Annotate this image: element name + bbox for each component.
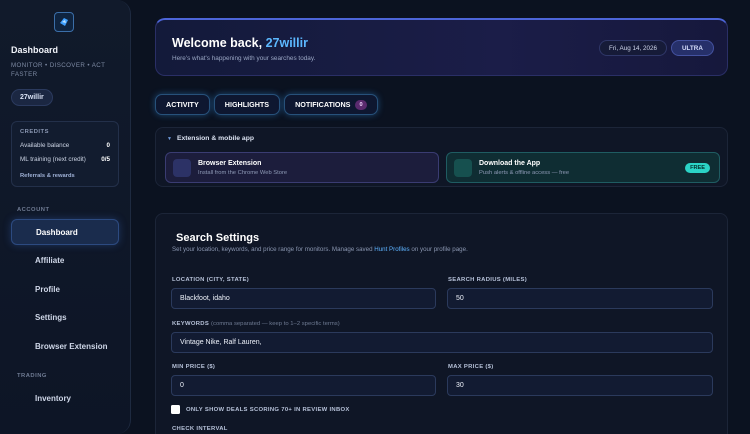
location-label: LOCATION (CITY, STATE) xyxy=(172,277,249,283)
caret-down-icon: ▼ xyxy=(167,136,172,142)
tab-bar: ACTIVITY HIGHLIGHTS NOTIFICATIONS 0 xyxy=(155,94,378,115)
max-price-label: MAX PRICE ($) xyxy=(448,364,494,370)
search-settings-panel: Search Settings Set your location, keywo… xyxy=(155,213,728,434)
tier-badge: ULTRA xyxy=(671,40,714,56)
card-title: Download the App xyxy=(479,159,541,167)
card-title: Browser Extension xyxy=(198,159,262,167)
date-pill: Fri, Aug 14, 2026 xyxy=(599,40,667,56)
phone-icon xyxy=(454,158,472,177)
settings-title: Search Settings xyxy=(176,232,260,244)
sidebar-item-settings[interactable]: Settings xyxy=(11,305,119,331)
desc-text: Set your location, keywords, and price r… xyxy=(172,246,375,253)
credit-label: ML training (next credit) xyxy=(20,156,86,163)
sidebar: Dashboard MONITOR • DISCOVER • ACT FASTE… xyxy=(0,0,131,434)
settings-description: Set your location, keywords, and price r… xyxy=(172,246,468,253)
tab-label: HIGHLIGHTS xyxy=(224,100,270,109)
keywords-label-text: KEYWORDS xyxy=(172,321,210,327)
free-badge: FREE xyxy=(685,163,710,173)
hunt-profiles-link[interactable]: Hunt Profiles xyxy=(374,246,409,253)
tab-highlights[interactable]: HIGHLIGHTS xyxy=(213,94,281,115)
credit-value: 0/5 xyxy=(101,156,110,163)
credit-value: 0 xyxy=(106,142,110,149)
keywords-label: KEYWORDS (comma separated — keep to 1–2 … xyxy=(172,321,340,327)
tab-notifications[interactable]: NOTIFICATIONS 0 xyxy=(284,94,378,115)
radius-label: SEARCH RADIUS (MILES) xyxy=(448,277,527,283)
welcome-heading: Welcome back, 27willir xyxy=(172,36,308,50)
credits-panel: CREDITS Available balance 0 ML training … xyxy=(11,121,119,187)
section-label-account: ACCOUNT xyxy=(17,207,50,213)
check-interval-label: CHECK INTERVAL xyxy=(172,426,228,432)
desc-text: on your profile page. xyxy=(409,246,468,253)
welcome-prefix: Welcome back, xyxy=(172,36,266,50)
card-subtitle: Push alerts & offline access — free xyxy=(479,169,570,176)
score-filter-label: ONLY SHOW DEALS SCORING 70+ IN REVIEW IN… xyxy=(186,407,350,413)
tab-label: NOTIFICATIONS xyxy=(295,100,351,109)
notification-count-badge: 0 xyxy=(355,99,367,110)
user-pill[interactable]: 27willir xyxy=(11,89,53,106)
sidebar-item-dashboard[interactable]: Dashboard xyxy=(11,219,119,245)
min-price-label: MIN PRICE ($) xyxy=(172,364,216,370)
app-logo-icon[interactable] xyxy=(54,12,74,32)
extension-icon xyxy=(173,158,191,177)
sidebar-item-profile[interactable]: Profile xyxy=(11,276,119,302)
keywords-input[interactable]: Vintage Nike, Ralf Lauren, xyxy=(171,332,713,353)
max-price-input[interactable]: 30 xyxy=(447,375,713,396)
credits-heading: CREDITS xyxy=(20,129,49,135)
welcome-subtitle: Here's what's happening with your search… xyxy=(172,55,316,62)
tab-label: ACTIVITY xyxy=(166,100,199,109)
extension-heading: Extension & mobile app xyxy=(176,135,254,142)
welcome-username: 27willir xyxy=(265,36,308,50)
min-price-input[interactable]: 0 xyxy=(171,375,436,396)
download-app-card[interactable]: Download the App Push alerts & offline a… xyxy=(446,152,720,183)
extension-panel: ▼ Extension & mobile app Browser Extensio… xyxy=(155,127,728,187)
tab-activity[interactable]: ACTIVITY xyxy=(155,94,210,115)
card-subtitle: Install from the Chrome Web Store xyxy=(198,169,288,176)
sidebar-item-affiliate[interactable]: Affiliate xyxy=(11,248,119,274)
section-label-trading: TRADING xyxy=(17,373,47,379)
location-input[interactable]: Blackfoot, idaho xyxy=(171,288,436,309)
credit-label: Available balance xyxy=(20,142,70,149)
sidebar-item-browser-extension[interactable]: Browser Extension xyxy=(11,333,119,359)
keywords-hint: (comma separated — keep to 1–2 specific … xyxy=(211,321,340,327)
credit-row-balance: Available balance 0 xyxy=(20,142,110,149)
credit-row-ml: ML training (next credit) 0/5 xyxy=(20,156,110,163)
browser-extension-card[interactable]: Browser Extension Install from the Chrom… xyxy=(165,152,439,183)
sidebar-title: Dashboard xyxy=(11,45,59,55)
sidebar-tagline: MONITOR • DISCOVER • ACT FASTER xyxy=(11,62,106,78)
radius-input[interactable]: 50 xyxy=(447,288,713,309)
score-filter-checkbox[interactable] xyxy=(171,405,180,414)
sidebar-item-inventory[interactable]: Inventory xyxy=(11,385,119,411)
welcome-banner: Welcome back, 27willir Here's what's hap… xyxy=(155,18,728,76)
referrals-link[interactable]: Referrals & rewards xyxy=(20,173,110,179)
extension-toggle[interactable]: ▼ Extension & mobile app xyxy=(167,135,254,142)
